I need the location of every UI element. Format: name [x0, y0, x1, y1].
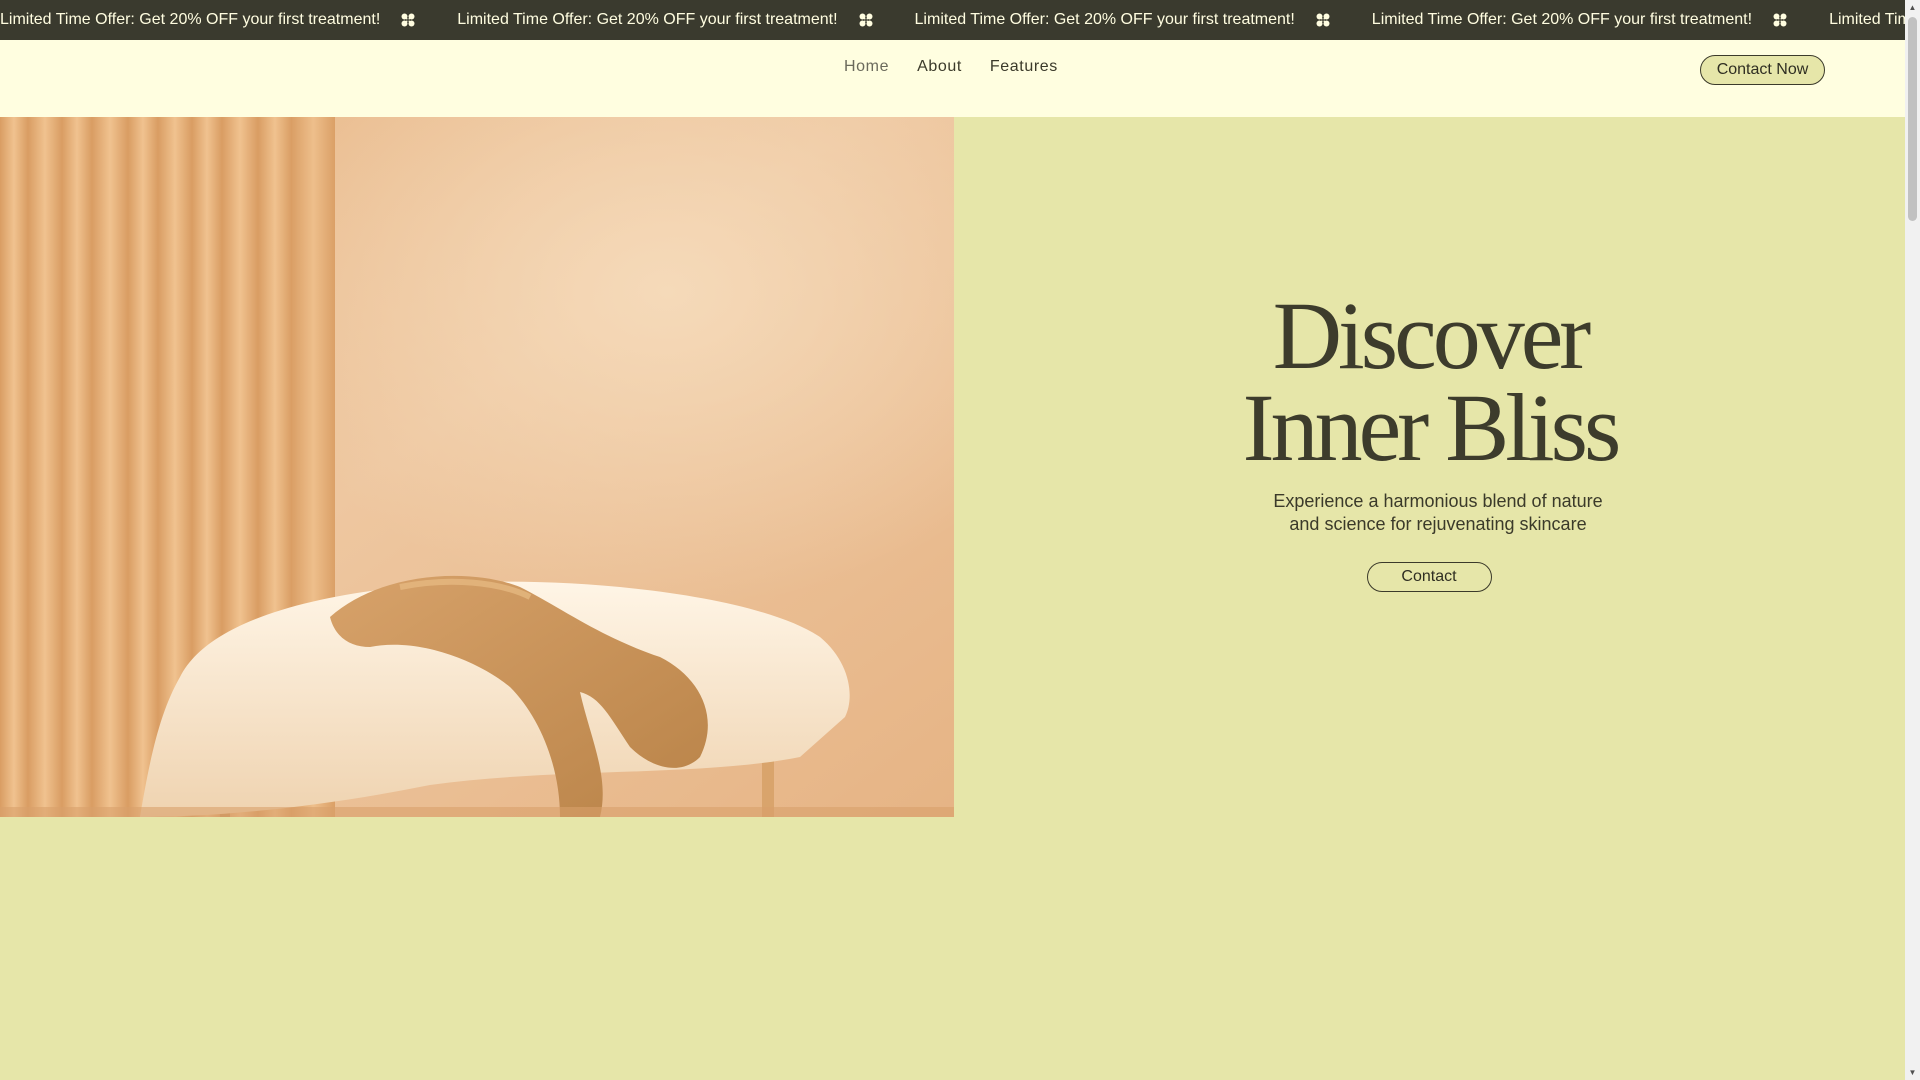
site-header: Home About Features Contact Now	[0, 40, 1905, 117]
hero-content: Discover Inner Bliss Experience a harmon…	[1160, 288, 1700, 592]
hero-image-massage-table	[0, 117, 954, 817]
ticker-text: Limited Time Offer: Get 20% OFF your fir…	[914, 11, 1295, 28]
scroll-down-arrow-icon[interactable]: ▼	[1905, 1065, 1920, 1080]
contact-button[interactable]: Contact	[1366, 562, 1492, 592]
ticker-track: Limited Time Offer: Get 20% OFF your fir…	[0, 0, 1905, 40]
nav-link-features[interactable]: Features	[990, 58, 1058, 76]
nav-link-home[interactable]: Home	[844, 58, 889, 76]
hero-title-line-2: Inner Bliss	[1242, 374, 1622, 481]
promo-ticker: Limited Time Offer: Get 20% OFF your fir…	[0, 0, 1905, 40]
hero-subtitle-line-2: and science for rejuvenating skincare	[1289, 514, 1587, 534]
ticker-text: Limited Time Offer: Get 20% OFF your fir…	[0, 11, 381, 28]
ticker-text: Limited Time Offer: Get 20% OFF your fir…	[1371, 11, 1753, 28]
scroll-up-arrow-icon[interactable]: ▲	[1905, 0, 1920, 15]
hero-title: Discover Inner Bliss	[1160, 288, 1700, 476]
hero-title-line-1: Discover	[1272, 282, 1592, 389]
ticker-item: Limited Time Offer: Get 20% OFF your fir…	[1372, 0, 1829, 40]
ticker-item: Limited Time Offer: Get 20% OFF your fir…	[0, 0, 457, 40]
ticker-item: Limited Time Offer: Get 20% OFF your fir…	[1829, 0, 1905, 40]
ticker-text: Limited Time Offer: Get 20% OFF your fir…	[457, 11, 838, 28]
ticker-text: Limited Time Offer: Get 20% OFF your fir…	[1829, 11, 1905, 28]
nav-link-about[interactable]: About	[917, 58, 962, 76]
cross-icon	[401, 13, 415, 27]
ticker-item: Limited Time Offer: Get 20% OFF your fir…	[915, 0, 1372, 40]
cross-icon	[859, 13, 873, 27]
page-scrollbar[interactable]: ▲ ▼	[1905, 0, 1920, 1080]
main-nav: Home About Features	[844, 58, 1086, 76]
cross-icon	[1316, 13, 1330, 27]
contact-now-button[interactable]: Contact Now	[1700, 55, 1825, 85]
hero-subtitle: Experience a harmonious blend of nature …	[1160, 490, 1700, 536]
ticker-item: Limited Time Offer: Get 20% OFF your fir…	[457, 0, 914, 40]
hero-subtitle-line-1: Experience a harmonious blend of nature	[1273, 491, 1603, 511]
cross-icon	[1773, 13, 1787, 27]
scrollbar-thumb[interactable]	[1908, 17, 1917, 221]
